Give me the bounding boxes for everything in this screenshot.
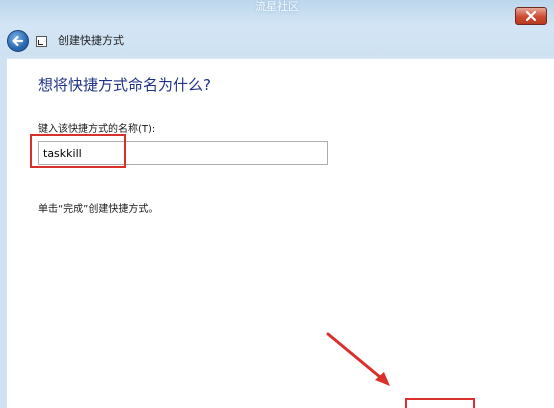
back-button[interactable] [7,30,29,52]
shortcut-name-input[interactable] [38,141,328,165]
shortcut-name-label: 键入该快捷方式的名称(T): [38,124,156,135]
page-heading: 想将快捷方式命名为什么? [38,76,211,94]
shortcut-wizard-window: 流星社区 创建快捷方式 想将快捷方式命名为什么? 键入该快捷方式的名称(T): … [0,0,554,408]
close-button[interactable] [515,7,547,25]
close-icon [525,10,537,22]
wizard-content-panel: 想将快捷方式命名为什么? 键入该快捷方式的名称(T): 单击“完成”创建快捷方式… [7,58,554,408]
back-arrow-icon [12,35,24,47]
watermark: 流星社区 [255,0,299,13]
window-title: 创建快捷方式 [58,34,124,47]
shortcut-wizard-icon [36,36,47,47]
finish-instruction-text: 单击“完成”创建快捷方式。 [38,204,159,215]
